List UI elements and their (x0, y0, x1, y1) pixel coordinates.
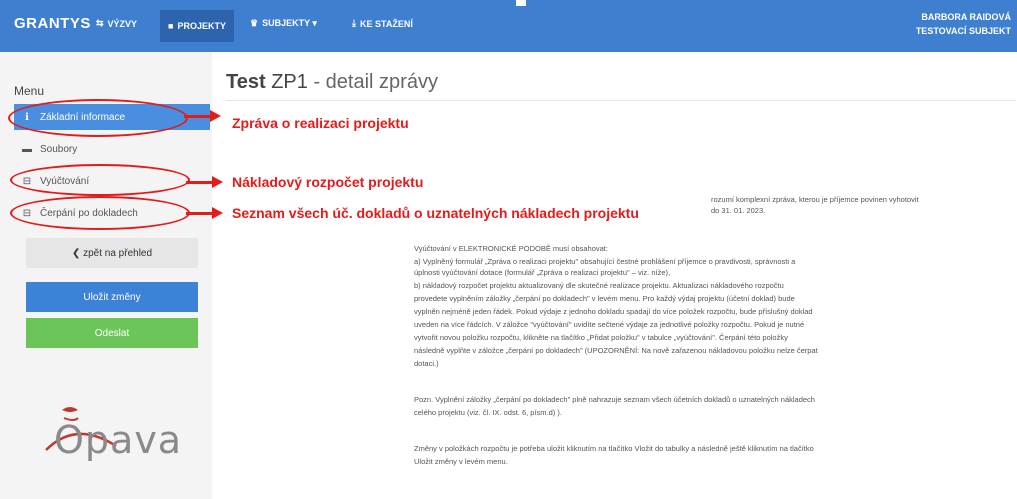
paragraph-line: Uložit změny v levém menu. (414, 457, 508, 466)
download-icon: ⤓ (352, 18, 356, 28)
annotation-label: Zpráva o realizaci projektu (232, 115, 409, 131)
paragraph-line: b) nákladový rozpočet projektu aktualizo… (414, 281, 784, 290)
paragraph-line: úplnosti vyúčtování dotace (formulář „Zp… (414, 268, 671, 277)
page-title: Test ZP1 - detail zprávy (226, 71, 438, 94)
paragraph-line: celého projektu (viz. čl. IX. odst. 6, p… (414, 408, 562, 417)
paragraph-line: Změny v položkách rozpočtu je potřeba ul… (414, 444, 814, 453)
nav-projekty[interactable]: ■ PROJEKTY (160, 10, 234, 42)
paragraph-line: a) Vyplněný formulář „Zpráva o realizaci… (414, 257, 796, 266)
logo-text: Opava (54, 418, 183, 462)
nav-label: SUBJEKTY ▾ (262, 18, 317, 28)
annotation-arrowhead (210, 110, 221, 122)
folder-icon: ▬ (22, 143, 32, 155)
brand-logo[interactable]: GRANTYS (14, 15, 91, 32)
user-subject: TESTOVACÍ SUBJEKT (915, 26, 1011, 36)
save-changes-button[interactable]: Uložit změny (26, 282, 198, 312)
sidebar-item-soubory[interactable]: ▬ Soubory (14, 136, 210, 162)
annotation-ellipse (8, 99, 188, 137)
users-icon: ♛ (250, 18, 259, 28)
send-button[interactable]: Odeslat (26, 318, 198, 348)
annotation-label: Seznam všech úč. dokladů o uznatelných n… (232, 205, 639, 221)
intro-line-2: do 31. 01. 2023. (711, 206, 766, 215)
paragraph-line: provedete vyplněním záložky „čerpání po … (414, 294, 795, 303)
user-menu[interactable]: BARBORA RAIDOVÁ TESTOVACÍ SUBJEKT (916, 10, 1011, 38)
annotation-arrowhead (212, 176, 223, 188)
divider (226, 100, 1016, 101)
exchange-icon: ⇆ (96, 18, 104, 28)
intro-line-1: rozumí komplexní zpráva, kterou je příje… (711, 195, 919, 204)
paragraph-line: vytvořit novou položku rozpočtu, kliknět… (414, 333, 788, 342)
title-bold: Test (226, 71, 266, 93)
top-notch (516, 0, 526, 6)
folder-icon: ■ (168, 21, 174, 31)
title-code: ZP1 (271, 71, 308, 93)
paragraph-line: dotaci.) (414, 359, 439, 368)
nav-ke-stazeni[interactable]: ⤓ KE STAŽENÍ (352, 18, 413, 29)
user-name: BARBORA RAIDOVÁ (921, 12, 1011, 22)
annotation-label: Nákladový rozpočet projektu (232, 174, 424, 190)
nav-label: PROJEKTY (177, 21, 226, 31)
back-to-overview-button[interactable]: ❮ zpět na přehled (26, 238, 198, 268)
nav-label: VÝZVY (107, 18, 138, 29)
nav-vyzvy[interactable]: ⇆ VÝZVY (96, 18, 137, 29)
nav-subjekty[interactable]: ♛ SUBJEKTY ▾ (250, 18, 317, 29)
sidebar-item-label: Soubory (40, 143, 78, 155)
nav-label: KE STAŽENÍ (359, 18, 413, 29)
title-rest: - detail zprávy (313, 71, 438, 93)
annotation-ellipse (10, 164, 190, 196)
top-navbar: GRANTYS ⇆ VÝZVY ■ PROJEKTY ♛ SUBJEKTY ▾ … (0, 0, 1017, 52)
annotation-arrowhead (212, 207, 223, 219)
paragraph-line: Vyúčtování v ELEKTRONICKÉ PODOBĚ musí ob… (414, 244, 608, 253)
annotation-ellipse (10, 196, 190, 230)
paragraph-line: následně vyplňte v záložce „čerpání po d… (414, 346, 818, 355)
paragraph-line: uveden na více řádcích. V záložce "vyúčt… (414, 320, 805, 329)
menu-title: Menu (14, 84, 45, 98)
paragraph-line: vyplněn nejméně jeden řádek. Pokud výdaj… (414, 307, 813, 316)
paragraph-line: Pozn. Vyplnění záložky „čerpání po dokla… (414, 395, 815, 404)
